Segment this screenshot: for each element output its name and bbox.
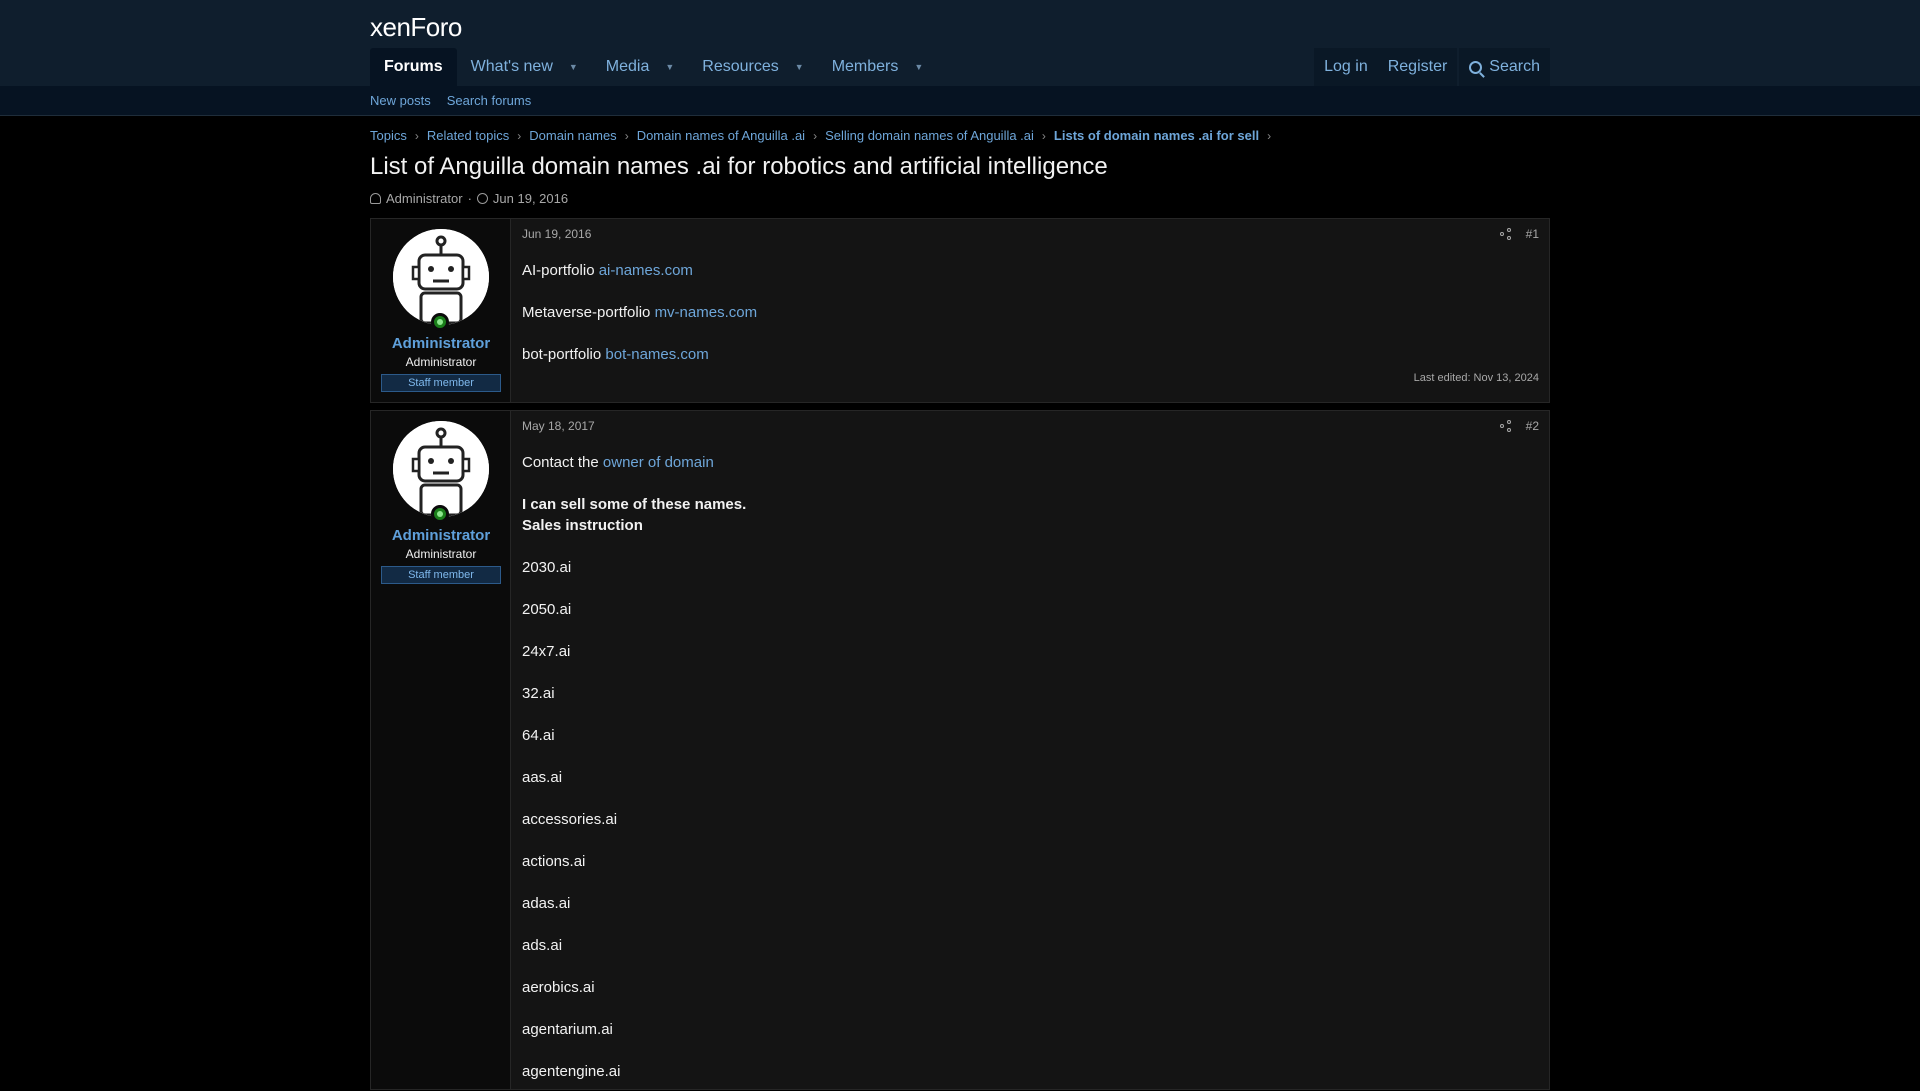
register-link[interactable]: Register <box>1377 48 1458 86</box>
chevron-right-icon: › <box>624 128 629 143</box>
domain-link[interactable]: 32.ai <box>522 683 555 704</box>
login-link[interactable]: Log in <box>1314 48 1378 86</box>
post-date[interactable]: Jun 19, 2016 <box>522 227 591 241</box>
search-icon <box>1469 60 1483 74</box>
main-nav: Forums What's new ▼ Media ▼ Resources ▼ Members… <box>370 48 937 86</box>
chevron-right-icon: › <box>1041 128 1046 143</box>
domain-link[interactable]: accessories.ai <box>522 809 617 830</box>
post-header: Jun 19, 2016 #1 <box>522 219 1539 249</box>
robot-avatar-icon <box>393 421 489 517</box>
owner-of-domain-link[interactable]: owner of domain <box>603 454 714 471</box>
post-user-panel: Administrator Administrator Staff member <box>371 219 511 402</box>
chevron-right-icon: › <box>813 128 818 143</box>
domain-link[interactable]: 24x7.ai <box>522 641 570 662</box>
mv-names-link[interactable]: mv-names.com <box>655 304 758 321</box>
account-nav: Log in Register Search <box>1314 48 1550 86</box>
staff-badge: Staff member <box>381 566 501 584</box>
site-logo[interactable]: xenForo <box>370 12 462 43</box>
domain-link[interactable]: 2050.ai <box>522 599 571 620</box>
domain-link[interactable]: agentarium.ai <box>522 1019 613 1040</box>
chevron-down-icon[interactable]: ▼ <box>914 62 923 72</box>
tab-members[interactable]: Members ▼ <box>818 48 938 86</box>
robot-avatar-icon <box>393 229 489 325</box>
share-icon[interactable] <box>1499 228 1512 240</box>
post-header: May 18, 2017 #2 <box>522 411 1539 441</box>
tab-resources[interactable]: Resources ▼ <box>688 48 817 86</box>
tab-forums[interactable]: Forums <box>370 48 457 86</box>
post-line: AI-portfolio ai-names.com <box>522 262 693 279</box>
search-label: Search <box>1489 58 1540 75</box>
chevron-down-icon[interactable]: ▼ <box>569 62 578 72</box>
avatar[interactable] <box>393 421 489 517</box>
post-date[interactable]: May 18, 2017 <box>522 419 595 433</box>
chevron-down-icon[interactable]: ▼ <box>795 62 804 72</box>
chevron-right-icon: › <box>1267 128 1272 143</box>
post-2: Administrator Administrator Staff member… <box>370 410 1550 1090</box>
domain-link[interactable]: actions.ai <box>522 851 585 872</box>
domain-link[interactable]: ads.ai <box>522 935 562 956</box>
post-body: May 18, 2017 #2 Contact the owner of dom… <box>522 411 1539 1091</box>
user-icon <box>370 193 381 204</box>
clock-icon <box>476 193 488 204</box>
post-user-title: Administrator <box>405 547 477 561</box>
search-button[interactable]: Search <box>1459 48 1550 86</box>
page-title: List of Anguilla domain names .ai for ro… <box>370 153 1108 180</box>
post-username[interactable]: Administrator <box>371 527 511 544</box>
domain-link[interactable]: aerobics.ai <box>522 977 595 998</box>
post-number[interactable]: #1 <box>1526 227 1539 241</box>
domain-link[interactable]: aas.ai <box>522 767 562 788</box>
domain-link[interactable]: 2030.ai <box>522 557 571 578</box>
post-user-panel: Administrator Administrator Staff member <box>371 411 511 1089</box>
chevron-right-icon: › <box>517 128 522 143</box>
thread-date[interactable]: Jun 19, 2016 <box>493 191 568 206</box>
thread-meta: Administrator · Jun 19, 2016 <box>370 191 568 206</box>
domain-link[interactable]: agentengine.ai <box>522 1061 620 1082</box>
post-1: Administrator Administrator Staff member… <box>370 218 1550 403</box>
breadcrumb-item[interactable]: Related topics <box>427 128 509 143</box>
staff-badge: Staff member <box>381 374 501 392</box>
breadcrumb-item[interactable]: Lists of domain names .ai for sell <box>1054 128 1259 143</box>
breadcrumb-item[interactable]: Topics <box>370 128 407 143</box>
sub-nav: New posts Search forums <box>0 86 1920 116</box>
avatar[interactable] <box>393 229 489 325</box>
sell-note: I can sell some of these names. <box>522 496 747 513</box>
chevron-right-icon: › <box>414 128 419 143</box>
post-number[interactable]: #2 <box>1526 419 1539 433</box>
breadcrumb-item[interactable]: Domain names of Anguilla .ai <box>637 128 805 143</box>
share-icon[interactable] <box>1499 420 1512 432</box>
breadcrumb: Topics › Related topics › Domain names › Domai… <box>370 128 1279 143</box>
contact-line: Contact the owner of domain <box>522 454 714 471</box>
breadcrumb-item[interactable]: Selling domain names of Anguilla .ai <box>825 128 1034 143</box>
search-forums-link[interactable]: Search forums <box>447 93 532 108</box>
chevron-down-icon[interactable]: ▼ <box>665 62 674 72</box>
post-body: Jun 19, 2016 #1 AI-portfolio ai-names.co… <box>522 219 1539 404</box>
thread-author[interactable]: Administrator <box>386 191 463 206</box>
sales-instruction-link[interactable]: Sales instruction <box>522 515 643 536</box>
domain-link[interactable]: 64.ai <box>522 725 555 746</box>
tab-what-s-new[interactable]: What's new ▼ <box>457 48 592 86</box>
online-status-icon <box>431 505 449 523</box>
tab-media[interactable]: Media ▼ <box>592 48 689 86</box>
site-header: xenForo Forums What's new ▼ Media ▼ Resources… <box>0 0 1920 86</box>
domain-link[interactable]: adas.ai <box>522 893 570 914</box>
post-user-title: Administrator <box>405 355 477 369</box>
last-edited: Last edited: Nov 13, 2024 <box>1413 372 1539 384</box>
post-username[interactable]: Administrator <box>371 335 511 352</box>
post-line: bot-portfolio bot-names.com <box>522 346 709 363</box>
online-status-icon <box>431 313 449 331</box>
new-posts-link[interactable]: New posts <box>370 93 431 108</box>
ai-names-link[interactable]: ai-names.com <box>599 262 693 279</box>
bot-names-link[interactable]: bot-names.com <box>605 346 708 363</box>
breadcrumb-item[interactable]: Domain names <box>529 128 616 143</box>
post-line: Metaverse-portfolio mv-names.com <box>522 304 758 321</box>
